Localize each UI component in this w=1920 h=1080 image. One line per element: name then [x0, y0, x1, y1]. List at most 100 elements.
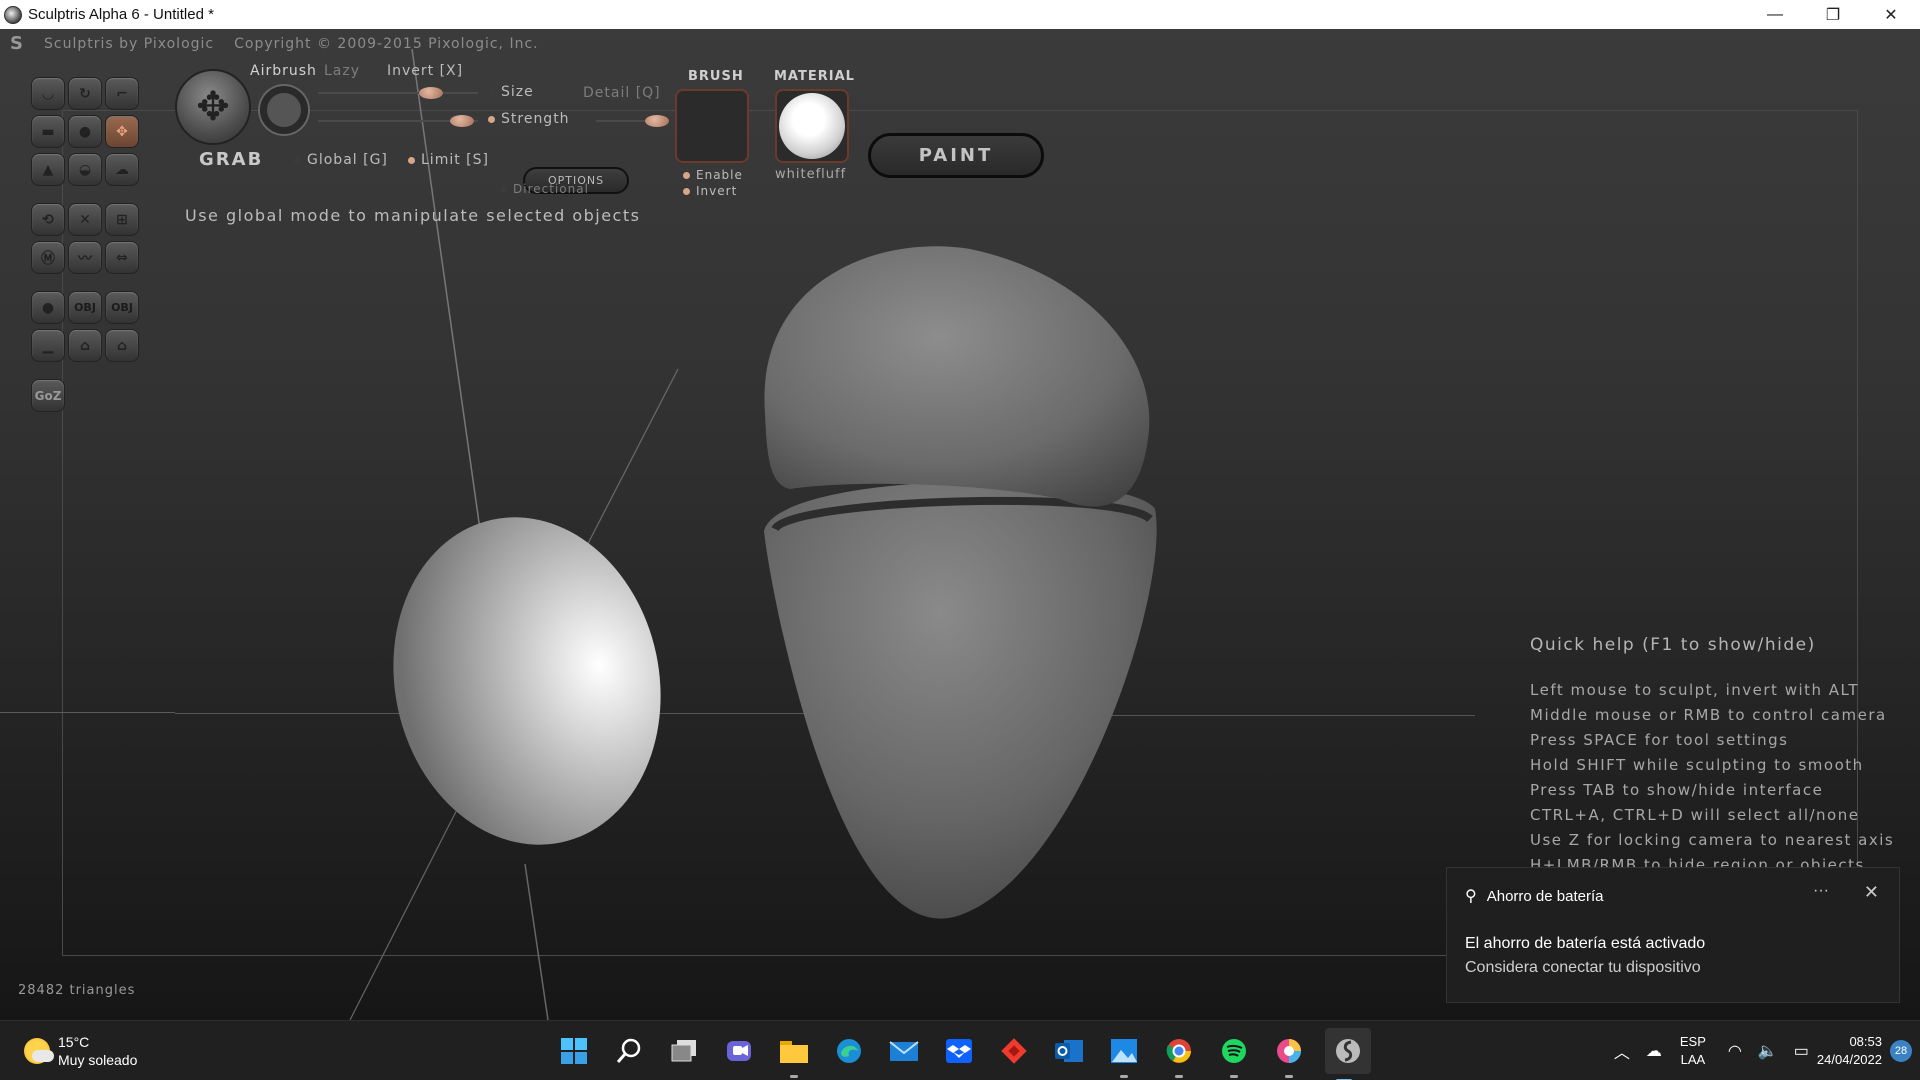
quick-help-line: Press TAB to show/hide interface — [1530, 781, 1824, 799]
new-plane-icon[interactable]: ▁ — [31, 329, 65, 362]
task-view-icon[interactable] — [665, 1032, 703, 1070]
onedrive-cloud-icon[interactable]: ☁ — [1646, 1041, 1662, 1061]
goz-button[interactable]: GoZ — [31, 379, 65, 412]
sculptris-taskbar-icon[interactable] — [1325, 1028, 1371, 1080]
grab-tool-icon: ✥ — [175, 69, 251, 145]
material-sphere-icon — [779, 93, 845, 159]
mirror-icon[interactable]: Ⓜ — [31, 241, 65, 274]
detail-slider-knob[interactable] — [645, 115, 669, 127]
clock-time: 08:53 — [1849, 1034, 1882, 1049]
anydesk-icon[interactable] — [995, 1032, 1033, 1070]
close-button[interactable]: ✕ — [1862, 0, 1920, 29]
file-explorer-icon[interactable] — [775, 1032, 813, 1078]
notification-more-button[interactable]: ··· — [1813, 882, 1829, 900]
airbrush-toggle[interactable]: Airbrush — [250, 63, 317, 79]
material-label: MATERIAL — [774, 69, 855, 84]
quick-help-panel: Quick help (F1 to show/hide) Left mouse … — [1530, 633, 1894, 878]
quick-help-line: Press SPACE for tool settings — [1530, 731, 1789, 749]
detail-label[interactable]: Detail [Q] — [583, 85, 661, 101]
tool-draw-icon[interactable]: ◡ — [31, 77, 65, 110]
sculptris-logo-icon: S — [10, 33, 24, 54]
tool-smooth-icon[interactable]: ◒ — [68, 153, 102, 186]
input-language[interactable]: ESP LAA — [1680, 1033, 1706, 1069]
notification-body: Considera conectar tu dispositivo — [1465, 959, 1701, 976]
teams-chat-icon[interactable] — [720, 1032, 758, 1070]
minimize-button[interactable]: — — [1746, 0, 1804, 29]
size-slider-knob[interactable] — [419, 87, 443, 99]
app-brand: Sculptris by Pixologic — [44, 36, 215, 52]
brush-invert-toggle[interactable]: Invert — [683, 184, 737, 198]
brush-swatch[interactable] — [675, 89, 749, 163]
tool-flatten-icon[interactable]: ▬ — [31, 115, 65, 148]
quick-help-line: Use Z for locking camera to nearest axis — [1530, 831, 1895, 849]
mail-icon[interactable] — [885, 1032, 923, 1070]
material-name: whitefluff — [775, 167, 847, 182]
notification-title: El ahorro de batería está activado — [1465, 935, 1706, 952]
size-slider-track[interactable] — [318, 92, 478, 94]
wireframe-icon[interactable]: ✕ — [68, 203, 102, 236]
spotify-icon[interactable] — [1215, 1032, 1253, 1078]
save-file-icon[interactable]: ⌂ — [105, 329, 139, 362]
paint-button[interactable]: PAINT — [868, 133, 1044, 178]
clock-date: 24/04/2022 — [1816, 1052, 1882, 1067]
taskbar: 15°C Muy soleado ︿ ☁ ESP LAA ◠ 🔈 ▭ 08:53… — [0, 1020, 1920, 1080]
tool-crease-icon[interactable]: ⌐ — [105, 77, 139, 110]
restore-button[interactable]: ❐ — [1804, 0, 1862, 29]
strength-toggle[interactable]: Strength — [488, 111, 570, 127]
size-toggle[interactable]: Size — [488, 84, 534, 100]
tool-inflate-icon[interactable]: ● — [68, 115, 102, 148]
wifi-icon[interactable]: ◠ — [1728, 1041, 1742, 1061]
search-icon[interactable] — [610, 1032, 648, 1070]
weather-desc: Muy soleado — [58, 1052, 138, 1068]
quick-help-line: Middle mouse or RMB to control camera — [1530, 706, 1887, 724]
notification-count-badge[interactable]: 28 — [1890, 1040, 1912, 1062]
photos-icon[interactable] — [1105, 1032, 1143, 1078]
weather-widget[interactable]: 15°C Muy soleado — [24, 1033, 137, 1069]
weather-sun-icon — [24, 1038, 54, 1064]
tool-hint: Use global mode to manipulate selected o… — [185, 206, 641, 225]
quick-help-title: Quick help (F1 to show/hide) — [1530, 635, 1816, 655]
quick-help-line: Hold SHIFT while sculpting to smooth — [1530, 756, 1864, 774]
brush-preview-icon — [260, 86, 308, 134]
volume-icon[interactable]: 🔈 — [1758, 1041, 1778, 1061]
color-app-icon[interactable] — [1270, 1032, 1308, 1078]
tool-grab-icon[interactable]: ✥ — [105, 115, 139, 148]
app-copyright: Copyright © 2009-2015 Pixologic, Inc. — [234, 36, 539, 52]
app-header: S Sculptris by Pixologic Copyright © 200… — [10, 35, 539, 53]
start-button-icon[interactable] — [555, 1032, 593, 1070]
clock[interactable]: 08:53 24/04/2022 — [1817, 1033, 1882, 1069]
show-hidden-icons-chevron-icon[interactable]: ︿ — [1614, 1039, 1630, 1063]
global-toggle[interactable]: Global [G] — [294, 152, 388, 168]
invert-toggle[interactable]: Invert [X] — [374, 63, 463, 79]
edge-browser-icon[interactable] — [830, 1032, 868, 1070]
window-title: Sculptris Alpha 6 - Untitled * — [28, 6, 214, 23]
limit-toggle[interactable]: Limit [S] — [408, 152, 489, 168]
dropbox-icon[interactable] — [940, 1032, 978, 1070]
symmetry-icon[interactable]: ⟲ — [31, 203, 65, 236]
battery-saver-notification[interactable]: ⚲ Ahorro de batería ··· ✕ El ahorro de b… — [1446, 867, 1900, 1003]
weather-temp: 15°C — [58, 1034, 90, 1050]
battery-icon[interactable]: ▭ — [1794, 1041, 1809, 1061]
outlook-icon[interactable] — [1050, 1032, 1088, 1070]
chrome-icon[interactable] — [1160, 1032, 1198, 1078]
wave-icon[interactable]: 〰 — [68, 241, 102, 274]
mirror-arrows-icon[interactable]: ⇔ — [105, 241, 139, 274]
export-obj-icon[interactable]: OBJ — [105, 291, 139, 324]
tool-rotate-icon[interactable]: ↻ — [68, 77, 102, 110]
strength-slider-knob[interactable] — [450, 115, 474, 127]
material-swatch[interactable] — [775, 89, 849, 163]
directional-toggle[interactable]: Directional — [500, 182, 589, 196]
brush-enable-toggle[interactable]: Enable — [683, 168, 743, 182]
quick-help-line: CTRL+A, CTRL+D will select all/none — [1530, 806, 1860, 824]
tool-pinch-icon[interactable]: ▲ — [31, 153, 65, 186]
battery-saver-icon: ⚲ — [1465, 888, 1477, 905]
open-file-icon[interactable]: ⌂ — [68, 329, 102, 362]
notification-close-button[interactable]: ✕ — [1864, 882, 1879, 903]
import-obj-icon[interactable]: OBJ — [68, 291, 102, 324]
window-title-bar: Sculptris Alpha 6 - Untitled * — ❐ ✕ — [0, 0, 1920, 29]
taskbar-apps — [555, 1021, 1371, 1080]
lazy-toggle[interactable]: Lazy — [324, 63, 360, 79]
subdivide-icon[interactable]: ⊞ — [105, 203, 139, 236]
tool-reduce-icon[interactable]: ☁ — [105, 153, 139, 186]
new-sphere-icon[interactable]: ● — [31, 291, 65, 324]
